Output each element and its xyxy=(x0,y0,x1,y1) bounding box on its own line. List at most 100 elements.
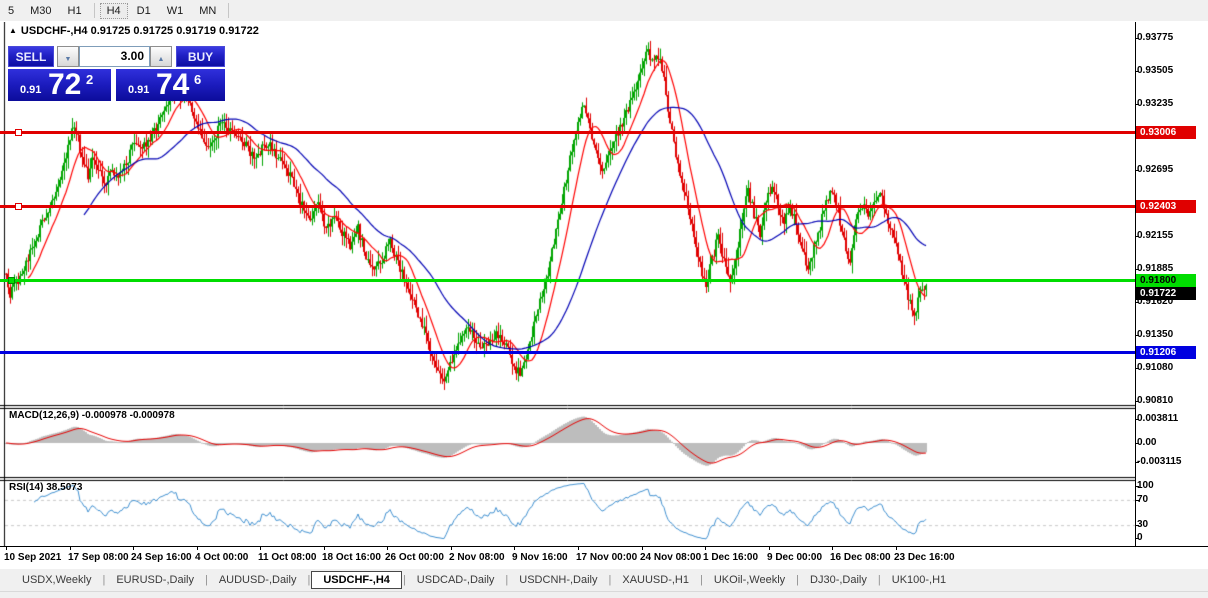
time-axis-label: 23 Dec 16:00 xyxy=(894,552,955,563)
tab-separator: | xyxy=(878,574,881,586)
support-line[interactable] xyxy=(0,279,1135,282)
time-axis-tick xyxy=(70,547,71,550)
timeframe-button-5[interactable]: 5 xyxy=(1,3,21,19)
tab-separator: | xyxy=(609,574,612,586)
volume-increase-button[interactable]: ▲ xyxy=(150,46,172,67)
price-axis-tick-label: 0.93235 xyxy=(1137,98,1173,110)
rsi-axis-label: 100 xyxy=(1137,480,1154,492)
chart-tab-usdx[interactable]: USDX,Weekly xyxy=(12,572,101,588)
price-axis-tick-label: 0.93775 xyxy=(1137,32,1173,44)
time-axis-label: 17 Nov 00:00 xyxy=(576,552,637,563)
line-anchor-handle[interactable] xyxy=(15,129,22,136)
resistance-line[interactable] xyxy=(0,131,1135,134)
mt4-window: 5M30H1H4D1W1MN 0.937750.935050.932350.92… xyxy=(0,0,1208,597)
price-axis-tick-label: 0.91080 xyxy=(1137,362,1173,374)
volume-input[interactable]: 3.00 xyxy=(79,46,150,67)
timeframe-button-w1[interactable]: W1 xyxy=(160,3,191,19)
time-axis-tick xyxy=(642,547,643,550)
macd-axis-label: -0.003115 xyxy=(1137,456,1182,468)
rsi-axis-label: 30 xyxy=(1137,519,1148,531)
resistance-price-label: 0.93006 xyxy=(1136,126,1196,139)
time-axis-label: 17 Sep 08:00 xyxy=(68,552,129,563)
tab-separator: | xyxy=(796,574,799,586)
chart-tab-audusd-[interactable]: AUDUSD-,Daily xyxy=(209,572,307,588)
toolbar-separator xyxy=(228,3,229,18)
buy-price-pip-digit: 6 xyxy=(194,72,201,87)
sell-price-display[interactable]: 0.91 72 2 xyxy=(8,68,111,101)
timeframe-button-d1[interactable]: D1 xyxy=(130,3,158,19)
price-axis-tick-label: 0.91350 xyxy=(1137,329,1173,341)
time-axis-tick xyxy=(896,547,897,550)
macd-indicator-label: MACD(12,26,9) -0.000978 -0.000978 xyxy=(9,410,175,421)
time-axis-tick xyxy=(324,547,325,550)
support-price-label: 0.91800 xyxy=(1136,274,1196,287)
time-axis-label: 9 Nov 16:00 xyxy=(512,552,568,563)
time-axis: 10 Sep 202117 Sep 08:0024 Sep 16:004 Oct… xyxy=(0,546,1208,570)
tab-separator: | xyxy=(505,574,508,586)
sell-price-prefix: 0.91 xyxy=(20,84,41,96)
price-axis-tick-label: 0.92695 xyxy=(1137,164,1173,176)
time-axis-tick xyxy=(197,547,198,550)
sell-price-pip-digit: 2 xyxy=(86,72,93,87)
rsi-axis-label: 0 xyxy=(1137,532,1143,544)
tab-separator: | xyxy=(102,574,105,586)
chart-tab-usdcnh-[interactable]: USDCNH-,Daily xyxy=(509,572,607,588)
timeframe-button-h4[interactable]: H4 xyxy=(100,3,128,19)
toolbar-separator xyxy=(94,3,95,18)
time-axis-tick xyxy=(514,547,515,550)
support-line[interactable] xyxy=(0,351,1135,354)
time-axis-label: 2 Nov 08:00 xyxy=(449,552,505,563)
price-axis-tick-label: 0.90810 xyxy=(1137,395,1173,407)
time-axis-tick xyxy=(387,547,388,550)
time-axis-tick xyxy=(260,547,261,550)
timeframe-toolbar: 5M30H1 H4D1W1MN xyxy=(0,0,1208,22)
macd-axis-label: 0.003811 xyxy=(1137,413,1178,425)
line-anchor-handle[interactable] xyxy=(8,277,15,284)
time-axis-tick xyxy=(705,547,706,550)
chart-title-text: USDCHF-,H4 0.91725 0.91725 0.91719 0.917… xyxy=(21,25,259,37)
buy-button[interactable]: BUY xyxy=(176,46,225,67)
one-click-trading-panel: SELL ▼ 3.00 ▲ BUY 0.91 72 2 0.91 74 6 xyxy=(8,46,225,100)
timeframe-button-m30[interactable]: M30 xyxy=(23,3,58,19)
time-axis-label: 18 Oct 16:00 xyxy=(322,552,381,563)
sell-price-big-digits: 72 xyxy=(48,70,81,100)
tab-separator: | xyxy=(205,574,208,586)
resistance-line[interactable] xyxy=(0,205,1135,208)
support-price-label: 0.91206 xyxy=(1136,346,1196,359)
tab-separator: | xyxy=(307,574,310,586)
chart-tab-usdchf-[interactable]: USDCHF-,H4 xyxy=(311,571,402,589)
time-axis-label: 1 Dec 16:00 xyxy=(703,552,758,563)
time-axis-tick xyxy=(451,547,452,550)
timeframe-button-h1[interactable]: H1 xyxy=(61,3,89,19)
collapse-triangle-icon[interactable]: ▲ xyxy=(9,26,17,35)
chart-tab-dj30-[interactable]: DJ30-,Daily xyxy=(800,572,877,588)
timeframe-button-mn[interactable]: MN xyxy=(192,3,223,19)
rsi-indicator-label: RSI(14) 38.5073 xyxy=(9,482,82,493)
time-axis-tick xyxy=(6,547,7,550)
chart-tab-bar: USDX,Weekly|EURUSD-,Daily|AUDUSD-,Daily|… xyxy=(0,569,1208,591)
time-axis-label: 16 Dec 08:00 xyxy=(830,552,891,563)
resistance-price-label: 0.92403 xyxy=(1136,200,1196,213)
chart-title: ▲ USDCHF-,H4 0.91725 0.91725 0.91719 0.91… xyxy=(9,25,259,37)
time-axis-label: 10 Sep 2021 xyxy=(4,552,61,563)
time-axis-label: 11 Oct 08:00 xyxy=(258,552,316,563)
volume-decrease-button[interactable]: ▼ xyxy=(57,46,79,67)
chart-tab-eurusd-[interactable]: EURUSD-,Daily xyxy=(106,572,204,588)
price-axis-tick-label: 0.92155 xyxy=(1137,230,1173,242)
chart-tab-uk100-[interactable]: UK100-,H1 xyxy=(882,572,956,588)
tab-separator: | xyxy=(403,574,406,586)
time-axis-label: 24 Nov 08:00 xyxy=(640,552,701,563)
sell-button[interactable]: SELL xyxy=(8,46,54,67)
time-axis-label: 26 Oct 00:00 xyxy=(385,552,444,563)
chart-tab-xauusd-[interactable]: XAUUSD-,H1 xyxy=(612,572,699,588)
current-price-label: 0.91722 xyxy=(1136,287,1196,300)
time-axis-label: 9 Dec 00:00 xyxy=(767,552,822,563)
line-anchor-handle[interactable] xyxy=(15,203,22,210)
time-axis-tick xyxy=(832,547,833,550)
chart-tab-ukoil-[interactable]: UKOil-,Weekly xyxy=(704,572,795,588)
macd-axis-label: 0.00 xyxy=(1137,437,1156,449)
time-axis-label: 24 Sep 16:00 xyxy=(131,552,192,563)
buy-price-display[interactable]: 0.91 74 6 xyxy=(116,68,225,101)
time-axis-tick xyxy=(578,547,579,550)
chart-tab-usdcad-[interactable]: USDCAD-,Daily xyxy=(407,572,505,588)
